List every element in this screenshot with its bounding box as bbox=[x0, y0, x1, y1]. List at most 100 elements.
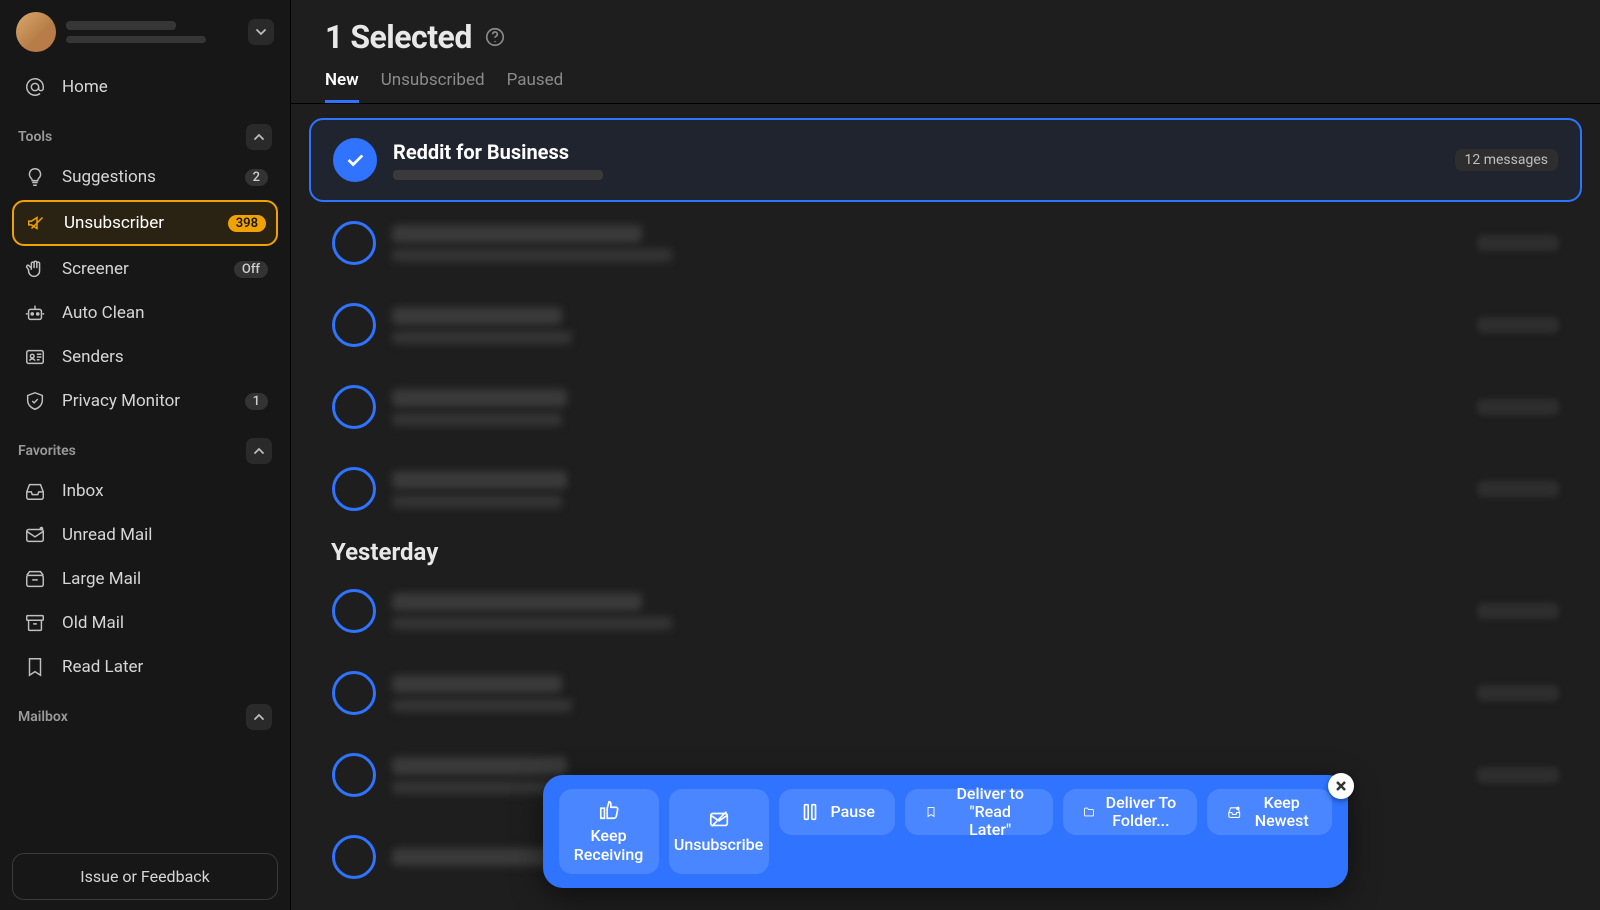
nav-old[interactable]: Old Mail bbox=[12, 602, 278, 644]
section-favorites-header: Favorites bbox=[12, 424, 278, 468]
nav-unread-label: Unread Mail bbox=[62, 525, 268, 545]
action-bar: Keep Receiving Unsubscribe Pause Deliver… bbox=[543, 775, 1349, 888]
deliver-readlater-button[interactable]: Deliver to "Read Later" bbox=[905, 789, 1053, 835]
sender-row[interactable] bbox=[309, 570, 1582, 652]
count-placeholder bbox=[1477, 603, 1559, 619]
nav-privacy-label: Privacy Monitor bbox=[62, 391, 231, 411]
checkbox[interactable] bbox=[332, 671, 376, 715]
pause-icon bbox=[799, 801, 821, 823]
count-placeholder bbox=[1477, 767, 1559, 783]
count-placeholder bbox=[1477, 481, 1559, 497]
at-sign-icon bbox=[22, 74, 48, 100]
checkbox[interactable] bbox=[332, 467, 376, 511]
nav-inbox-label: Inbox bbox=[62, 481, 268, 501]
account-switcher[interactable] bbox=[12, 10, 278, 64]
checkbox[interactable] bbox=[332, 385, 376, 429]
checkbox-checked[interactable] bbox=[333, 138, 377, 182]
main-header: 1 Selected New Unsubscribed Paused bbox=[291, 0, 1600, 103]
tools-collapse-chevron-icon[interactable] bbox=[246, 124, 272, 150]
favorites-collapse-chevron-icon[interactable] bbox=[246, 438, 272, 464]
envelope-dot-icon bbox=[22, 522, 48, 548]
nav-inbox[interactable]: Inbox bbox=[12, 470, 278, 512]
count-placeholder bbox=[1477, 235, 1559, 251]
mailbox-collapse-chevron-icon[interactable] bbox=[246, 704, 272, 730]
section-mailbox-header: Mailbox bbox=[12, 690, 278, 734]
nav-unread[interactable]: Unread Mail bbox=[12, 514, 278, 556]
checkbox[interactable] bbox=[332, 753, 376, 797]
nav-unsubscriber-badge: 398 bbox=[228, 215, 266, 232]
page-title: 1 Selected bbox=[325, 18, 472, 56]
nav-screener[interactable]: Screener Off bbox=[12, 248, 278, 290]
envelope-slash-icon bbox=[708, 808, 730, 830]
folder-icon bbox=[1083, 801, 1095, 823]
nav-screener-badge: Off bbox=[234, 261, 268, 278]
megaphone-off-icon bbox=[24, 210, 50, 236]
avatar bbox=[16, 12, 56, 52]
deliver-folder-button[interactable]: Deliver To Folder... bbox=[1063, 789, 1196, 835]
sender-email-placeholder bbox=[393, 170, 603, 180]
checkbox[interactable] bbox=[332, 589, 376, 633]
shield-icon bbox=[22, 388, 48, 414]
id-card-icon bbox=[22, 344, 48, 370]
sender-row[interactable] bbox=[309, 652, 1582, 734]
keep-receiving-button[interactable]: Keep Receiving bbox=[559, 789, 659, 874]
count-placeholder bbox=[1477, 685, 1559, 701]
nav-unsubscriber-label: Unsubscriber bbox=[64, 213, 214, 233]
nav-privacy-badge: 1 bbox=[245, 393, 268, 410]
tab-paused[interactable]: Paused bbox=[507, 70, 564, 103]
account-label bbox=[66, 21, 238, 43]
unsubscribe-button[interactable]: Unsubscribe bbox=[669, 789, 769, 874]
message-count-badge: 12 messages bbox=[1455, 149, 1559, 171]
nav-privacy[interactable]: Privacy Monitor 1 bbox=[12, 380, 278, 422]
archive-icon bbox=[22, 610, 48, 636]
nav-senders-label: Senders bbox=[62, 347, 268, 367]
count-placeholder bbox=[1477, 317, 1559, 333]
sender-row[interactable] bbox=[309, 284, 1582, 366]
feedback-button[interactable]: Issue or Feedback bbox=[12, 853, 278, 900]
nav-unsubscriber[interactable]: Unsubscriber 398 bbox=[12, 200, 278, 246]
sender-row[interactable] bbox=[309, 202, 1582, 284]
checkbox[interactable] bbox=[332, 835, 376, 879]
sender-name: Reddit for Business bbox=[393, 140, 1439, 164]
tab-unsubscribed[interactable]: Unsubscribed bbox=[381, 70, 485, 103]
nav-large-label: Large Mail bbox=[62, 569, 268, 589]
close-actionbar-button[interactable] bbox=[1328, 773, 1354, 799]
checkbox[interactable] bbox=[332, 303, 376, 347]
nav-autoclean-label: Auto Clean bbox=[62, 303, 268, 323]
nav-old-label: Old Mail bbox=[62, 613, 268, 633]
hand-icon bbox=[22, 256, 48, 282]
nav-suggestions[interactable]: Suggestions 2 bbox=[12, 156, 278, 198]
sidebar: Home Tools Suggestions 2 Unsubscriber 39… bbox=[0, 0, 290, 910]
archive-large-icon bbox=[22, 566, 48, 592]
thumbs-up-icon bbox=[598, 799, 620, 821]
section-yesterday: Yesterday bbox=[309, 530, 1582, 570]
section-tools-header: Tools bbox=[12, 110, 278, 154]
nav-screener-label: Screener bbox=[62, 259, 220, 279]
sender-row[interactable] bbox=[309, 448, 1582, 530]
sender-row-selected[interactable]: Reddit for Business 12 messages bbox=[309, 118, 1582, 202]
account-chevron-down-icon[interactable] bbox=[248, 19, 274, 45]
nav-home[interactable]: Home bbox=[12, 66, 278, 108]
nav-readlater-label: Read Later bbox=[62, 657, 268, 677]
checkbox[interactable] bbox=[332, 221, 376, 265]
tabs: New Unsubscribed Paused bbox=[325, 70, 1566, 103]
nav-large[interactable]: Large Mail bbox=[12, 558, 278, 600]
inbox-icon bbox=[22, 478, 48, 504]
sender-row[interactable] bbox=[309, 366, 1582, 448]
nav-suggestions-label: Suggestions bbox=[62, 167, 231, 187]
bookmark-icon bbox=[22, 654, 48, 680]
keep-newest-button[interactable]: Keep Newest bbox=[1207, 789, 1333, 835]
tab-new[interactable]: New bbox=[325, 70, 359, 103]
main-panel: 1 Selected New Unsubscribed Paused Reddi… bbox=[290, 0, 1600, 910]
help-icon[interactable] bbox=[484, 26, 506, 48]
bookmark-icon bbox=[925, 801, 937, 823]
close-icon bbox=[1335, 780, 1347, 792]
lightbulb-icon bbox=[22, 164, 48, 190]
nav-autoclean[interactable]: Auto Clean bbox=[12, 292, 278, 334]
robot-icon bbox=[22, 300, 48, 326]
nav-senders[interactable]: Senders bbox=[12, 336, 278, 378]
count-placeholder bbox=[1477, 399, 1559, 415]
nav-readlater[interactable]: Read Later bbox=[12, 646, 278, 688]
pause-button[interactable]: Pause bbox=[779, 789, 895, 835]
inbox-star-icon bbox=[1227, 801, 1241, 823]
